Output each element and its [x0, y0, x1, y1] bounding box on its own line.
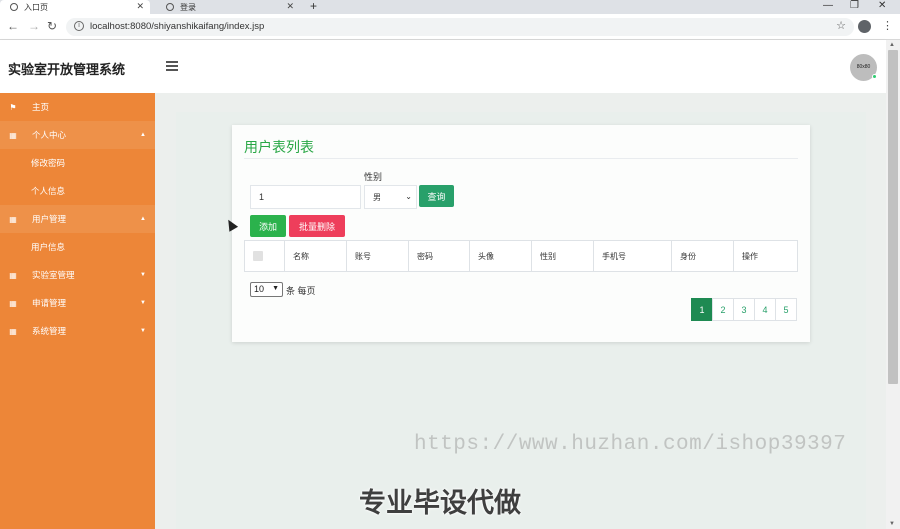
globe-icon — [10, 3, 18, 11]
gender-select[interactable]: 男 ⌄ — [364, 185, 417, 209]
sidebar-item-system-management[interactable]: ▦ 系统管理 ▼ — [0, 317, 155, 345]
table-header: 账号 — [347, 241, 409, 271]
user-table: 名称 账号 密码 头像 性别 手机号 身份 操作 — [244, 240, 798, 272]
url-text: localhost:8080/shiyanshikaifang/index.js… — [90, 21, 265, 32]
scrollbar-thumb[interactable] — [888, 50, 898, 384]
table-header: 密码 — [409, 241, 470, 271]
scroll-up-icon[interactable]: ▲ — [889, 42, 895, 48]
batch-delete-button[interactable]: 批量删除 — [289, 215, 345, 237]
select-all-checkbox[interactable] — [253, 251, 263, 261]
sidebar-item-home[interactable]: ⚑ 主页 — [0, 93, 155, 121]
restore-icon[interactable]: ❐ — [850, 0, 859, 11]
arrow-left-icon[interactable]: ← — [7, 19, 19, 33]
account-icon[interactable] — [858, 20, 871, 33]
sidebar-item-lab-management[interactable]: ▦ 实验室管理 ▼ — [0, 261, 155, 289]
kebab-icon[interactable]: ⋮ — [882, 19, 893, 32]
vertical-scrollbar[interactable]: ▲ ▼ — [886, 40, 900, 529]
caret-down-icon: ▼ — [140, 300, 146, 306]
address-bar: ← → ↻ i localhost:8080/shiyanshikaifang/… — [0, 14, 900, 40]
table-header: 身份 — [672, 241, 734, 271]
grid-icon: ▦ — [9, 214, 17, 224]
grid-icon: ▦ — [9, 130, 17, 140]
close-icon[interactable]: ✕ — [286, 1, 294, 12]
grid-icon: ▦ — [9, 270, 17, 280]
sidebar-item-label: 个人信息 — [31, 186, 66, 196]
sidebar-item-label: 主页 — [32, 102, 50, 112]
caret-up-icon: ▲ — [140, 132, 146, 138]
sidebar-item-label: 申请管理 — [32, 298, 67, 308]
globe-icon — [166, 3, 174, 11]
sidebar-item-label: 用户信息 — [31, 242, 66, 252]
gender-label: 性别 — [364, 172, 383, 182]
add-button[interactable]: 添加 — [250, 215, 286, 237]
star-icon[interactable]: ☆ — [836, 19, 846, 32]
flag-icon: ⚑ — [9, 102, 17, 112]
table-header: 手机号 — [594, 241, 672, 271]
chevron-down-icon: ▼ — [272, 285, 279, 292]
page-button[interactable]: 2 — [712, 298, 734, 321]
page-button[interactable]: 1 — [691, 298, 713, 321]
gender-select-value: 男 — [373, 193, 381, 202]
close-icon[interactable]: ✕ — [136, 1, 144, 12]
caret-down-icon: ▼ — [140, 272, 146, 278]
per-page-label: 条 每页 — [286, 286, 316, 296]
reload-icon[interactable]: ↻ — [47, 19, 57, 33]
page-button[interactable]: 4 — [754, 298, 776, 321]
table-header: 操作 — [742, 251, 758, 261]
sidebar-item-change-password[interactable]: 修改密码 — [0, 149, 155, 177]
table-header: 性别 — [532, 241, 594, 271]
query-button[interactable]: 查询 — [419, 185, 454, 207]
sidebar-item-personal-center[interactable]: ▦ 个人中心 ▲ — [0, 121, 155, 149]
tab-label: 入口页 — [24, 2, 48, 12]
sidebar-item-label: 用户管理 — [32, 214, 67, 224]
url-field[interactable]: i localhost:8080/shiyanshikaifang/index.… — [66, 18, 854, 36]
sidebar-item-label: 系统管理 — [32, 326, 67, 336]
caret-down-icon: ▼ — [140, 328, 146, 334]
page-size-select[interactable]: 10 ▼ — [250, 282, 283, 297]
sidebar-item-user-info[interactable]: 用户信息 — [0, 233, 155, 261]
minimize-icon[interactable]: — — [823, 0, 833, 11]
page-button[interactable]: 5 — [775, 298, 797, 321]
watermark-text: https://www.huzhan.com/ishop39397 — [414, 433, 847, 456]
caption-text: 专业毕设代做 — [359, 488, 521, 518]
title-divider — [244, 158, 798, 159]
sidebar-item-label: 实验室管理 — [32, 270, 75, 280]
new-tab-icon[interactable]: + — [310, 0, 317, 13]
sidebar-item-application-management[interactable]: ▦ 申请管理 ▼ — [0, 289, 155, 317]
browser-tab-login[interactable]: 登录 ✕ — [156, 0, 300, 14]
info-icon[interactable]: i — [74, 21, 84, 31]
sidebar-item-label: 个人中心 — [32, 130, 67, 140]
search-input[interactable]: 1 — [250, 185, 361, 209]
arrow-right-icon[interactable]: → — [28, 19, 40, 33]
app-header: 实验室开放管理系统 80x80 — [0, 40, 886, 93]
sidebar: ⚑ 主页 ▦ 个人中心 ▲ 修改密码 个人信息 ▦ 用户管理 ▲ 用户信息 ▦ … — [0, 93, 155, 529]
grid-icon: ▦ — [9, 298, 17, 308]
app-title: 实验室开放管理系统 — [8, 62, 126, 77]
table-header: 头像 — [470, 241, 532, 271]
sidebar-item-user-management[interactable]: ▦ 用户管理 ▲ — [0, 205, 155, 233]
table-header: 名称 — [285, 241, 347, 271]
table-header-select — [245, 241, 285, 271]
caret-up-icon: ▲ — [140, 216, 146, 222]
page-title: 用户表列表 — [244, 139, 314, 155]
page-button[interactable]: 3 — [733, 298, 755, 321]
sidebar-item-label: 修改密码 — [31, 158, 66, 168]
window-close-icon[interactable]: ✕ — [878, 0, 886, 11]
grid-icon: ▦ — [9, 326, 17, 336]
sidebar-item-personal-info[interactable]: 个人信息 — [0, 177, 155, 205]
chevron-down-icon: ⌄ — [405, 192, 412, 201]
browser-tab-home[interactable]: 入口页 ✕ — [0, 0, 150, 14]
page-size-value: 10 — [254, 284, 265, 294]
tab-label: 登录 — [180, 2, 196, 12]
browser-tab-bar: 入口页 ✕ 登录 ✕ + — ❐ ✕ — [0, 0, 900, 14]
scroll-down-icon[interactable]: ▼ — [889, 521, 895, 527]
online-status-dot — [872, 74, 877, 79]
hamburger-icon[interactable] — [166, 61, 178, 71]
